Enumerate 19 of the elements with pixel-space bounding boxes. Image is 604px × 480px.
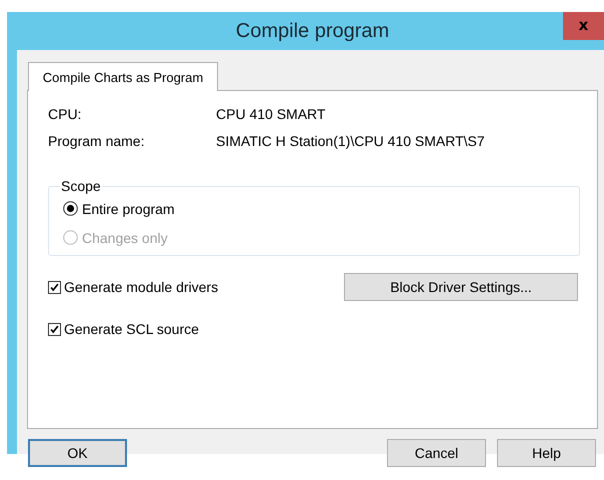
close-button[interactable]: x (563, 12, 604, 40)
checkbox[interactable] (48, 322, 61, 336)
window-title: Compile program (234, 20, 390, 42)
field-value: CPU 410 SMART (216, 105, 326, 123)
field-label: Program name: (48, 132, 146, 150)
tab[interactable]: Compile Charts as Program (28, 62, 218, 91)
field-value: SIMATIC H Station(1)\CPU 410 SMART\S7 (216, 132, 486, 150)
dialog-button[interactable]: OK (28, 439, 127, 467)
group-title: Scope (60, 178, 102, 194)
checkbox-label: Generate SCL source (64, 321, 199, 337)
dialog-button[interactable]: Cancel (387, 439, 486, 467)
field-label: CPU: (48, 105, 82, 123)
radio-label: Entire program (82, 200, 175, 216)
radio-button[interactable] (63, 201, 78, 216)
radio-label: Changes only (82, 230, 168, 246)
checkbox[interactable] (48, 280, 61, 294)
checkbox-label: Generate module drivers (64, 279, 218, 295)
dialog-button[interactable]: Help (497, 439, 596, 467)
settings-button[interactable]: Block Driver Settings... (344, 273, 578, 301)
